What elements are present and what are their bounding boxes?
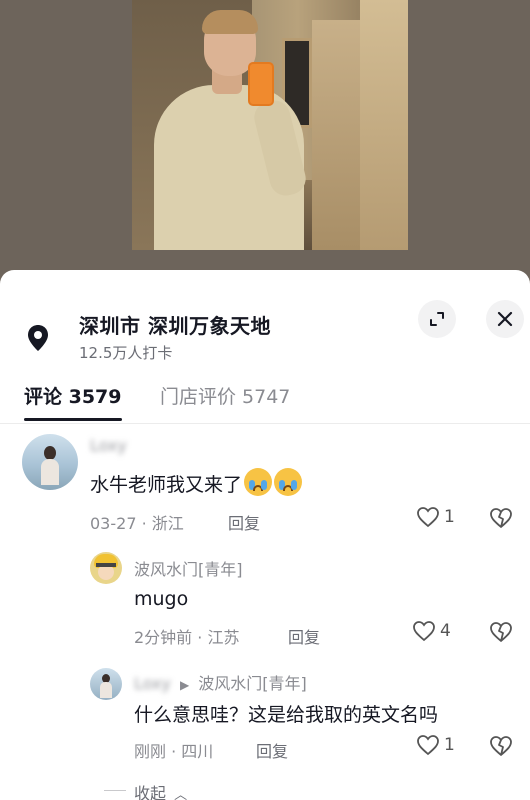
collapse-replies-button[interactable]: 收起 ︿: [134, 780, 187, 800]
divider: [104, 790, 126, 791]
close-button[interactable]: [486, 300, 524, 338]
avatar[interactable]: [90, 552, 122, 584]
like-button[interactable]: 1: [416, 734, 455, 756]
like-button[interactable]: 4: [412, 620, 451, 642]
crying-emoji-icon: [274, 468, 303, 496]
location-title: 深圳市 深圳万象天地: [79, 314, 271, 338]
reply-button[interactable]: 回复: [288, 624, 320, 648]
like-count: 1: [444, 735, 455, 755]
username[interactable]: 波风水门[青年]: [134, 556, 243, 580]
expand-icon: [430, 312, 444, 326]
username[interactable]: Loxy: [134, 674, 171, 693]
location-pin-icon: [28, 325, 48, 351]
comment-item: Loxy 水牛老师我又来了 03-27 · 浙江 回复 1: [0, 430, 530, 540]
comment-text-content: 水牛老师我又来了: [90, 474, 243, 496]
comment-meta: 03-27 · 浙江: [90, 514, 184, 533]
chevron-up-icon: ︿: [174, 788, 188, 800]
active-tab-indicator: [24, 418, 122, 421]
crying-emoji-icon: [244, 468, 273, 496]
reply-arrow-icon: ▶: [179, 678, 190, 692]
mirror-selfie-photo: [132, 0, 408, 250]
reply-button[interactable]: 回复: [256, 738, 288, 762]
close-icon: [497, 311, 513, 327]
broken-heart-icon[interactable]: [488, 620, 514, 644]
avatar[interactable]: [90, 668, 122, 700]
comment-meta: 2分钟前 · 江苏: [134, 628, 240, 647]
comment-text: mugo: [134, 588, 189, 610]
username[interactable]: Loxy: [90, 436, 127, 455]
heart-outline-icon: [413, 621, 435, 642]
broken-heart-icon[interactable]: [488, 506, 514, 530]
comment-sheet: 深圳市 深圳万象天地 12.5万人打卡 评论 3579 门店评价 5747 Lo…: [0, 270, 530, 800]
reply-to-username[interactable]: 波风水门[青年]: [198, 674, 307, 693]
video-background[interactable]: [0, 0, 530, 285]
heart-outline-icon: [417, 507, 439, 528]
tab-comments[interactable]: 评论 3579: [24, 382, 122, 409]
comment-text: 什么意思哇？这是给我取的英文名吗: [134, 704, 439, 726]
comment-meta: 刚刚 · 四川: [134, 742, 214, 761]
tab-store-reviews[interactable]: 门店评价 5747: [160, 382, 290, 409]
reply-button[interactable]: 回复: [228, 510, 260, 534]
reply-header: Loxy ▶ 波风水门[青年]: [134, 670, 307, 694]
tab-bar: 评论 3579 门店评价 5747: [0, 378, 530, 424]
avatar[interactable]: [22, 434, 78, 490]
expand-button[interactable]: [418, 300, 456, 338]
comment-text: 水牛老师我又来了: [90, 468, 303, 497]
like-button[interactable]: 1: [416, 506, 455, 528]
broken-heart-icon[interactable]: [488, 734, 514, 758]
like-count: 1: [444, 507, 455, 527]
collapse-label: 收起: [134, 784, 167, 800]
reply-item: 波风水门[青年] mugo 2分钟前 · 江苏 回复 4: [0, 550, 530, 650]
like-count: 4: [440, 621, 451, 641]
checkin-count: 12.5万人打卡: [79, 344, 173, 362]
heart-outline-icon: [417, 735, 439, 756]
reply-item: Loxy ▶ 波风水门[青年] 什么意思哇？这是给我取的英文名吗 刚刚 · 四川…: [0, 664, 530, 764]
